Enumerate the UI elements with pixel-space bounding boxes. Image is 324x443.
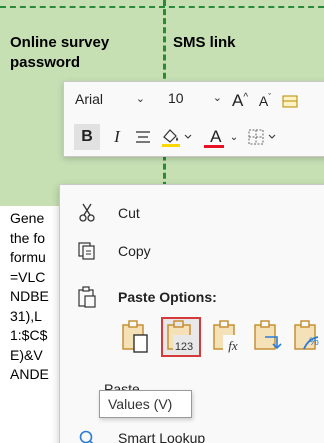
smart-lookup-label: Smart Lookup <box>118 430 206 443</box>
chevron-down-icon: ⌄ <box>229 131 239 143</box>
paste-formatting-button[interactable]: % <box>292 319 324 355</box>
paste-values-icon-text: 123 <box>175 341 193 353</box>
italic-button[interactable]: I <box>106 124 128 150</box>
paste-formulas-icon: fx <box>213 320 243 353</box>
menu-item-cut[interactable]: Cut <box>60 196 324 230</box>
menu-item-cut-label: Cut <box>118 205 140 221</box>
fill-color-button[interactable] <box>158 124 196 150</box>
font-color-icon: A <box>210 127 222 146</box>
format-styles-button[interactable] <box>279 88 301 114</box>
paste-options-row: 123 fx % <box>60 315 324 361</box>
font-name-select[interactable]: Arial ⌄ <box>70 86 150 112</box>
increase-font-size-button[interactable]: A ^ <box>229 88 251 114</box>
paste-values-button[interactable]: 123 <box>161 317 201 357</box>
decrease-font-size-button[interactable]: Aˇ <box>254 88 276 114</box>
clipboard-icon <box>76 286 98 308</box>
cell-styles-icon <box>282 95 298 108</box>
shrink-font-icon: A <box>258 93 269 109</box>
chevron-down-icon: ⌄ <box>135 93 145 105</box>
chevron-down-icon: ⌄ <box>212 92 222 104</box>
menu-item-copy[interactable]: Copy <box>60 234 324 268</box>
tooltip-values: Values (V) <box>99 390 192 418</box>
font-color-button[interactable]: A ⌄ <box>202 124 242 150</box>
borders-icon <box>248 129 276 145</box>
align-center-icon <box>136 131 150 143</box>
font-size-value: 10 <box>168 90 184 106</box>
copy-icon <box>76 240 98 262</box>
column-header-online-survey-password[interactable]: Online survey password <box>10 33 160 73</box>
grow-font-icon: A <box>231 91 244 110</box>
paste-transpose-button[interactable] <box>252 319 284 355</box>
paste-formulas-icon-text: fx <box>228 338 238 353</box>
mini-toolbar: Arial ⌄ 10 ⌄ A ^ Aˇ B I A ⌄ <box>63 81 324 157</box>
paste-values-icon: 123 <box>167 320 197 353</box>
paste-formatting-icon: % <box>294 320 319 350</box>
selection-border-top <box>0 6 324 8</box>
font-color-swatch <box>204 145 224 148</box>
bold-button[interactable]: B <box>74 124 100 150</box>
paste-transpose-icon <box>254 320 282 350</box>
paste-options-heading: Paste Options: <box>118 289 217 305</box>
svg-text:%: % <box>309 336 319 348</box>
paste-icon <box>122 320 148 353</box>
font-size-select[interactable]: 10 ⌄ <box>164 86 226 112</box>
align-center-button[interactable] <box>131 124 155 150</box>
menu-item-copy-label: Copy <box>118 243 151 259</box>
paste-button[interactable] <box>120 319 152 355</box>
scissors-icon <box>76 202 98 224</box>
paste-formulas-button[interactable]: fx <box>211 319 243 355</box>
menu-item-smart-lookup[interactable]: Smart Lookup <box>60 421 324 443</box>
borders-button[interactable] <box>244 124 284 150</box>
menu-item-paste-options: Paste Options: <box>60 280 324 314</box>
search-icon <box>76 427 98 443</box>
font-name-value: Arial <box>75 91 104 107</box>
column-header-sms-link[interactable]: SMS link <box>173 33 236 53</box>
fill-color-icon <box>162 129 192 147</box>
